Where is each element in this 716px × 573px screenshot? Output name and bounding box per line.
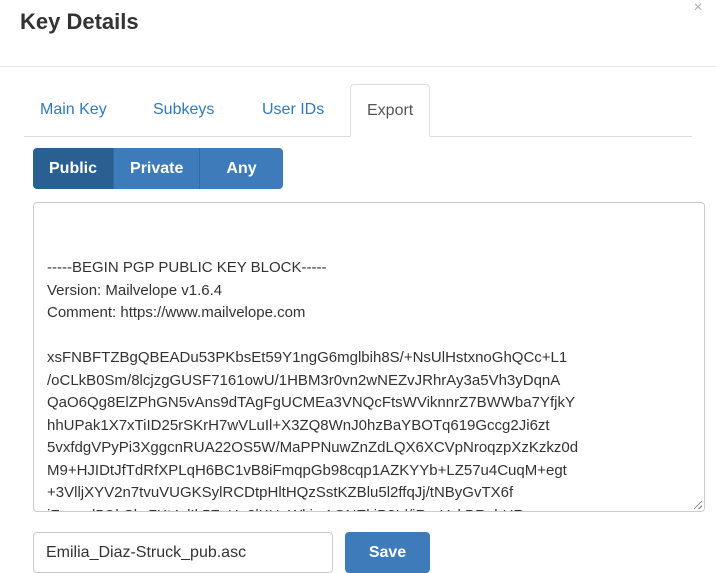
- save-button[interactable]: Save: [345, 532, 430, 573]
- export-type-toggle: Public Private Any: [33, 148, 283, 189]
- tab-user-ids[interactable]: User IDs: [246, 84, 340, 135]
- public-button[interactable]: Public: [33, 148, 115, 189]
- close-icon[interactable]: ×: [690, 0, 706, 16]
- tab-main-key[interactable]: Main Key: [24, 84, 123, 135]
- key-block-line: M9+HJIDtJfTdRfXPLqH6BC1vB8iFmqpGb98cqp1A…: [47, 461, 567, 479]
- tab-bar: Main Key Subkeys User IDs Export: [24, 84, 692, 137]
- key-block-line: -----BEGIN PGP PUBLIC KEY BLOCK-----: [47, 259, 327, 276]
- any-button[interactable]: Any: [200, 148, 283, 189]
- key-block-line: [47, 325, 704, 348]
- tab-subkeys[interactable]: Subkeys: [137, 84, 230, 135]
- filename-input[interactable]: Emilia_Diaz-Struck_pub.asc: [33, 532, 333, 573]
- key-block-line: QaO6Qg8ElZPhGN5vAns9dTAgFgUCMEa3VNQcFtsW…: [47, 394, 575, 411]
- key-block-line: xsFNBFTZBgQBEADu53PKbsEt59Y1ngG6mglbih8S…: [47, 349, 568, 366]
- key-block-line: Comment: https://www.mailvelope.com: [47, 304, 306, 321]
- key-block-line: iFyenel5QhSkz7Xt4slIk5FaHo8lKUaWkiwAGNEk…: [47, 505, 704, 512]
- key-block-line: 5vxfdgVPyPi3XggcnRUA22OS5W/MaPPNuwZnZdLQ…: [47, 439, 579, 456]
- key-block-line: /oCLkB0Sm/8lcjzgGUSF7161owU/1HBM3r0vn2wN…: [47, 371, 561, 389]
- dialog-header: Key Details ×: [0, 0, 716, 67]
- key-block-line: +3VlljXYV2n7tvuVUGKSylRCDtpHltHQzSstKZBl…: [47, 484, 514, 501]
- key-block-textarea[interactable]: -----BEGIN PGP PUBLIC KEY BLOCK----- Vers…: [33, 202, 705, 512]
- private-button[interactable]: Private: [114, 148, 201, 189]
- tab-export[interactable]: Export: [350, 84, 431, 137]
- key-block-line: Version: Mailvelope v1.6.4: [47, 281, 223, 299]
- key-block-line: hhUPak1X7xTiID25rSKrH7wVLuIl+X3ZQ8WnJ0hz…: [47, 416, 550, 434]
- dialog-title: Key Details: [20, 9, 139, 34]
- resize-handle-icon[interactable]: [694, 501, 702, 509]
